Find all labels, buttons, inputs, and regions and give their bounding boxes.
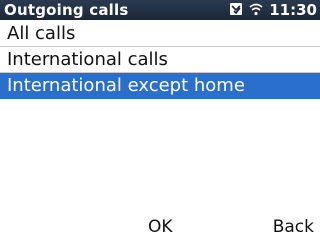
- status-bar: Outgoing calls 11:30: [0, 0, 320, 20]
- message-icon: [229, 1, 243, 20]
- screen-title: Outgoing calls: [4, 1, 129, 19]
- option-all-calls[interactable]: All calls: [0, 21, 320, 47]
- back-softkey[interactable]: Back: [273, 214, 314, 240]
- option-international-calls[interactable]: International calls: [0, 47, 320, 73]
- status-time: 11:30: [269, 1, 317, 19]
- option-label: International except home: [7, 75, 245, 96]
- ok-softkey[interactable]: OK: [148, 214, 173, 240]
- status-icons: 11:30: [229, 0, 317, 20]
- outgoing-calls-options: All calls International calls Internatio…: [0, 21, 320, 99]
- softkey-bar: OK Back: [0, 214, 320, 240]
- option-label: All calls: [7, 23, 76, 44]
- option-international-except-home[interactable]: International except home: [0, 73, 320, 99]
- wifi-icon: [249, 1, 263, 20]
- option-label: International calls: [7, 49, 168, 70]
- phone-screen: Outgoing calls 11:30 All calls Internati…: [0, 0, 320, 240]
